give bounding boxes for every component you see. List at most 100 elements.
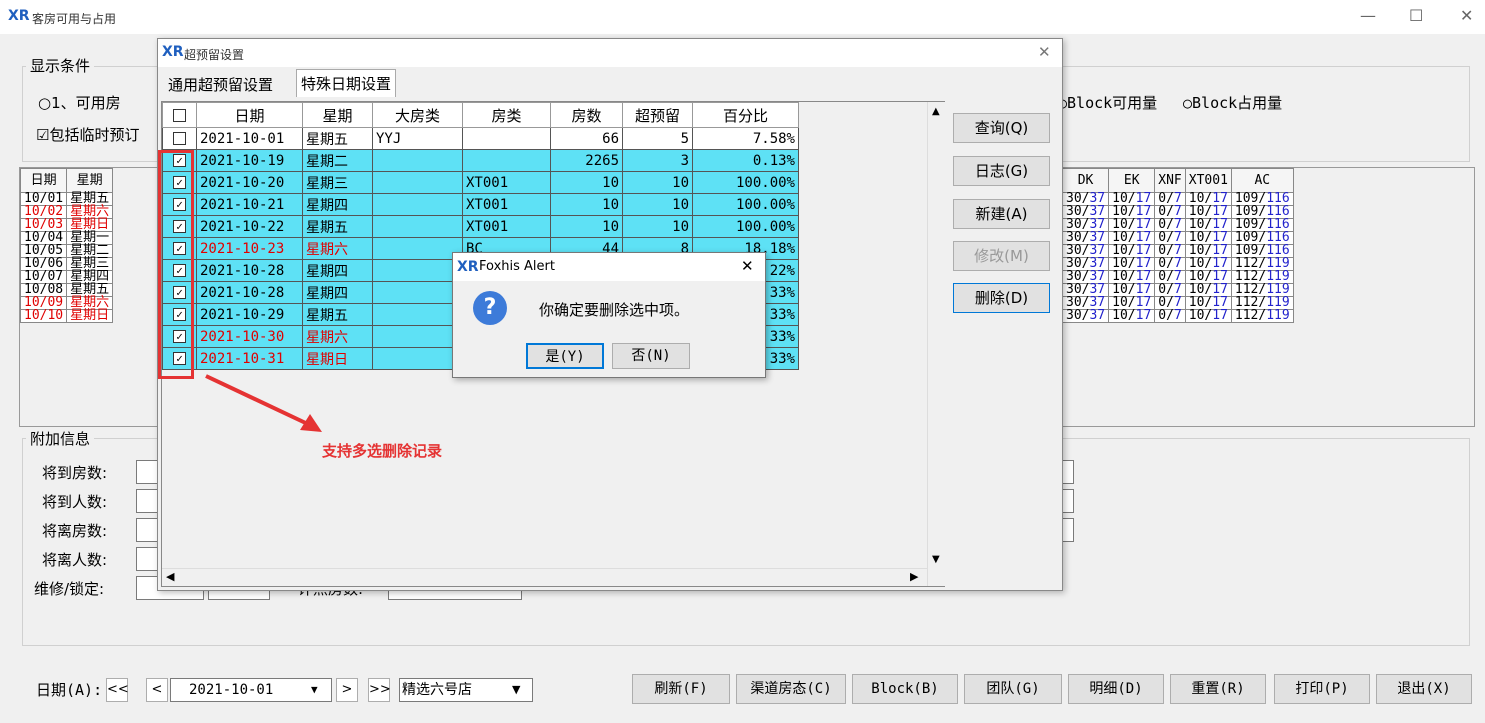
dialog-title-bar: XR 超预留设置 ✕ [158, 39, 1062, 67]
include-temp-checkbox[interactable]: ☑包括临时预订 [36, 124, 139, 145]
refresh-button[interactable]: 刷新(F) [632, 674, 730, 704]
dialog-close-button[interactable]: ✕ [1038, 43, 1051, 61]
cell-date: 2021-10-30 [196, 325, 303, 348]
hotel-select[interactable]: 精选六号店 ▼ [399, 678, 533, 702]
maximize-button[interactable]: ☐ [1409, 6, 1423, 25]
cell-room-type [462, 149, 551, 172]
tab-general[interactable]: 通用超预留设置 [164, 71, 277, 99]
grid-cell: 0/7 [1154, 308, 1186, 323]
grid-cell-used: 112 [1234, 308, 1259, 323]
cell-rooms: 10 [550, 171, 623, 194]
delete-button[interactable]: 删除(D) [953, 283, 1050, 313]
horizontal-scrollbar[interactable]: ◀ ▶ [162, 568, 927, 586]
yes-button[interactable]: 是(Y) [526, 343, 604, 369]
cell-big-room-type [372, 259, 463, 282]
cell-percent: 0.13% [692, 149, 799, 172]
group-button[interactable]: 团队(G) [964, 674, 1062, 704]
grid-cell-week: 星期日 [66, 309, 114, 323]
scroll-left-icon[interactable]: ◀ [166, 570, 174, 583]
cell-big-room-type [372, 347, 463, 370]
log-button[interactable]: 日志(G) [953, 156, 1050, 186]
main-title-bar: XR 客房可用与占用 — ☐ ✕ [0, 0, 1485, 34]
cell-overbook: 10 [622, 193, 693, 216]
cell-overbook: 3 [622, 149, 693, 172]
dialog-logo-icon: XR [162, 44, 184, 60]
cell-week: 星期三 [302, 171, 373, 194]
col-date: 日期 [196, 102, 303, 128]
departing-people-label: 将离人数: [42, 551, 108, 569]
table-row[interactable]: ✓ 2021-10-21 星期四 XT001 10 10 100.00% [162, 193, 799, 216]
cell-week: 星期五 [302, 303, 373, 326]
scroll-down-icon[interactable]: ▼ [932, 554, 940, 565]
cell-week: 星期六 [302, 325, 373, 348]
query-button[interactable]: 查询(Q) [953, 113, 1050, 143]
col-big-room-type: 大房类 [372, 102, 463, 128]
checkbox-highlight-box [158, 150, 194, 379]
alert-title-bar: XR Foxhis Alert ✕ [453, 253, 765, 281]
table-row[interactable]: ✓ 2021-10-19 星期二 2265 3 0.13% [162, 149, 799, 172]
scroll-up-icon[interactable]: ▲ [932, 106, 940, 117]
annotation-arrow-icon [205, 374, 322, 432]
select-all-checkbox[interactable] [173, 109, 186, 122]
block-button[interactable]: Block(B) [852, 674, 958, 704]
departing-rooms-label: 将离房数: [42, 522, 108, 540]
grid-row[interactable]: 30/37 10/17 0/7 10/17 112/119 [1061, 308, 1294, 323]
cell-room-type: XT001 [462, 171, 551, 194]
prev-week-button[interactable]: << [106, 678, 129, 702]
grid-cell: 10/17 [1184, 308, 1232, 323]
block-used-radio[interactable]: ○Block占用量 [1183, 92, 1282, 113]
next-day-button[interactable]: > [336, 678, 358, 702]
grid-cell-total: 17 [1135, 308, 1152, 323]
channel-status-button[interactable]: 渠道房态(C) [736, 674, 846, 704]
cell-room-type: XT001 [462, 215, 551, 238]
col-percent: 百分比 [692, 102, 799, 128]
table-row[interactable]: ✓ 2021-10-22 星期五 XT001 10 10 100.00% [162, 215, 799, 238]
exit-button[interactable]: 退出(X) [1376, 674, 1472, 704]
alert-close-button[interactable]: ✕ [741, 257, 754, 275]
col-rooms: 房数 [550, 102, 623, 128]
prev-day-button[interactable]: < [146, 678, 168, 702]
available-rooms-radio[interactable]: ○1、可用房 [38, 92, 121, 113]
block-available-radio[interactable]: ○Block可用量 [1058, 92, 1157, 113]
new-button[interactable]: 新建(A) [953, 199, 1050, 229]
row-checkbox[interactable] [173, 132, 186, 145]
table-row[interactable]: ✓ 2021-10-20 星期三 XT001 10 10 100.00% [162, 171, 799, 194]
no-button[interactable]: 否(N) [612, 343, 690, 369]
table-row[interactable]: 2021-10-01 星期五 YYJ 66 5 7.58% [162, 127, 799, 150]
grid-cell-used: 10 [1188, 308, 1205, 323]
cell-date: 2021-10-01 [196, 127, 303, 150]
grid-header-ac: AC [1230, 168, 1294, 193]
grid-header-week: 星期 [66, 168, 114, 193]
cell-date: 2021-10-28 [196, 281, 303, 304]
cell-rooms: 66 [550, 127, 623, 150]
print-button[interactable]: 打印(P) [1274, 674, 1370, 704]
reset-button[interactable]: 重置(R) [1170, 674, 1266, 704]
cell-week: 星期日 [302, 347, 373, 370]
grid-cell-total: 37 [1089, 308, 1106, 323]
grid-cell-used: 0 [1158, 308, 1167, 323]
row-checkbox-cell[interactable] [162, 127, 197, 150]
date-picker[interactable]: 2021-10-01 ▼ [170, 678, 332, 702]
detail-button[interactable]: 明细(D) [1068, 674, 1164, 704]
hotel-chevron-down-icon: ▼ [512, 683, 521, 696]
vertical-scrollbar[interactable]: ▲ ▼ [927, 102, 945, 586]
close-button[interactable]: ✕ [1460, 6, 1473, 25]
scroll-right-icon[interactable]: ▶ [910, 570, 918, 583]
modify-button[interactable]: 修改(M) [953, 241, 1050, 271]
grid-cell: 30/37 [1061, 308, 1110, 323]
tab-special-dates[interactable]: 特殊日期设置 [296, 69, 397, 97]
dialog-title: 超预留设置 [184, 48, 245, 62]
next-week-button[interactable]: >> [368, 678, 391, 702]
select-all-header[interactable] [162, 102, 197, 128]
grid-cell-total: 7 [1173, 308, 1182, 323]
cell-week: 星期二 [302, 149, 373, 172]
cell-overbook: 5 [622, 127, 693, 150]
cell-rooms: 2265 [550, 149, 623, 172]
grid-cell-date: 10/10 [19, 309, 68, 323]
cell-percent: 7.58% [692, 127, 799, 150]
grid-row[interactable]: 10/10 星期日 [19, 309, 114, 323]
cell-big-room-type [372, 237, 463, 260]
app-logo-icon: XR [8, 8, 30, 24]
minimize-button[interactable]: — [1360, 6, 1376, 25]
arriving-rooms-label: 将到房数: [42, 464, 108, 482]
